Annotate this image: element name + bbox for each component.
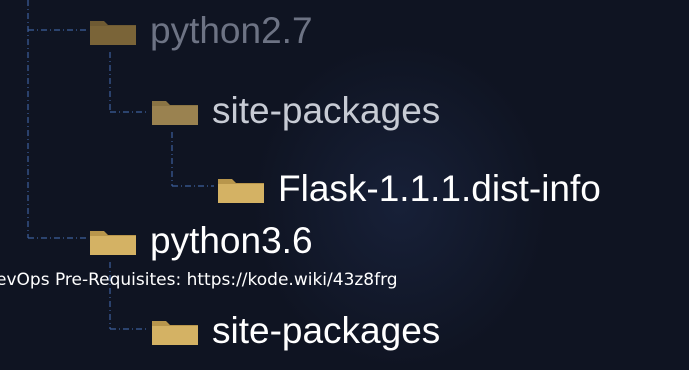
tree-node-python27[interactable]: python2.7 — [88, 12, 313, 49]
folder-icon — [88, 15, 138, 47]
tree-node-flask-dist-info[interactable]: Flask-1.1.1.dist-info — [216, 170, 601, 207]
tree-node-label: Flask-1.1.1.dist-info — [278, 168, 601, 209]
url-caption: evOps Pre-Requisites: https://kode.wiki/… — [0, 270, 398, 290]
tree-node-label: python3.6 — [150, 220, 313, 261]
tree-node-site-packages-27[interactable]: site-packages — [150, 92, 440, 129]
tree-node-python36[interactable]: python3.6 — [88, 222, 313, 259]
folder-icon — [150, 95, 200, 127]
tree-node-site-packages-36[interactable]: site-packages — [150, 312, 440, 349]
tree-node-label: site-packages — [212, 310, 441, 351]
tree-node-label: python2.7 — [150, 10, 313, 51]
folder-icon — [150, 315, 200, 347]
folder-icon — [88, 225, 138, 257]
folder-icon — [216, 173, 266, 205]
tree-node-label: site-packages — [212, 90, 441, 131]
